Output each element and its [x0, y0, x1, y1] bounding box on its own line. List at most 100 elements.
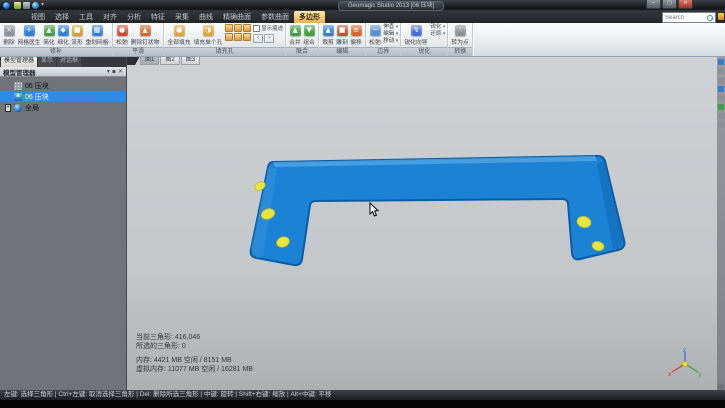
tree-item-label: 06 压块 — [25, 92, 49, 102]
ribbon-tab-多边形[interactable]: 多边形 — [294, 11, 325, 23]
ribbon-group-label: 编辑 — [319, 47, 365, 56]
ribbon-group-填充孔: ●全部填充◑填充单个孔显示痕迹‹›填充孔 — [164, 23, 286, 56]
app-logo-orb-icon[interactable] — [2, 1, 11, 10]
show-traces-checkbox[interactable]: 显示痕迹 — [253, 24, 283, 32]
ribbon-stack-锐化: 锐化 ▾还原 ▾ — [430, 24, 445, 38]
button-转为点[interactable]: ∴转为点 — [450, 24, 470, 47]
relax-icon: ● — [117, 25, 128, 36]
tree-expander-icon[interactable]: + — [5, 104, 11, 112]
button-填充单个孔[interactable]: ◑填充单个孔 — [192, 24, 224, 47]
ribbon-tab-工具[interactable]: 工具 — [74, 11, 98, 23]
close-button[interactable]: ✕ — [678, 0, 693, 9]
ribbon-tab-曲线[interactable]: 曲线 — [194, 11, 218, 23]
ribbon-group-平滑: ●松弛▲删除钉状物平滑 — [113, 23, 164, 56]
stack-button-移动[interactable]: 移动 ▾ — [383, 38, 398, 45]
viewport-3d[interactable]: 图1图2图3 当前三角形: 4 — [127, 56, 717, 390]
button-松弛[interactable]: ●松弛 — [115, 24, 129, 47]
panel-tab-模型管理器[interactable]: 模型管理器 — [1, 57, 37, 67]
button-简化[interactable]: ▲简化 — [42, 24, 56, 47]
stack-button-锐化[interactable]: 锐化 ▾ — [430, 24, 445, 31]
button-全部填充[interactable]: ●全部填充 — [166, 24, 192, 47]
panel-close-icon[interactable]: ✕ — [118, 68, 123, 75]
maximize-button[interactable]: ▢ — [662, 0, 677, 9]
minimize-button[interactable]: – — [646, 0, 661, 9]
side-tool-icon[interactable] — [718, 104, 724, 110]
button-label: 偏移 — [350, 37, 362, 46]
button-网格医生[interactable]: +网格医生 — [16, 24, 42, 47]
search-input[interactable] — [663, 14, 707, 21]
mesh-doctor-icon: + — [24, 25, 35, 36]
stack-button-伸直[interactable]: 伸直 ▾ — [383, 24, 398, 31]
ribbon-tab-选择[interactable]: 选择 — [50, 11, 74, 23]
search-box[interactable] — [662, 12, 716, 23]
side-tool-icon[interactable] — [718, 77, 724, 83]
viewport-tab-图3[interactable]: 图3 — [181, 56, 200, 65]
viewport-corner-decoration — [127, 56, 140, 65]
button-雕刻[interactable]: ■雕刻 — [335, 24, 349, 47]
quick-access-dropdown-icon[interactable]: ▾ — [41, 2, 44, 9]
button-合并[interactable]: ▲合并 — [288, 24, 302, 47]
side-tool-icon[interactable] — [718, 59, 724, 65]
save-icon[interactable] — [23, 2, 30, 9]
hole-nav-prev-button[interactable]: ‹ — [253, 34, 263, 43]
fill-hole-mode-icon[interactable] — [234, 24, 242, 32]
hole-nav-next-button[interactable]: › — [264, 34, 274, 43]
ribbon-group-修补: ×删除+网格医生▲简化◆细化■流形▦重划网格修补 — [0, 23, 113, 56]
button-流形[interactable]: ■流形 — [70, 24, 84, 47]
panel-tab-显示[interactable]: 显示 — [38, 57, 56, 67]
side-tool-icon[interactable] — [718, 122, 724, 128]
ribbon-tab-分析[interactable]: 分析 — [122, 11, 146, 23]
button-重划网格[interactable]: ▦重划网格 — [84, 24, 110, 47]
remesh-icon: ▦ — [92, 25, 103, 36]
ribbon-tab-采集[interactable]: 采集 — [170, 11, 194, 23]
ribbon-tab-对齐[interactable]: 对齐 — [98, 11, 122, 23]
side-tool-icon[interactable] — [718, 68, 724, 74]
ribbon-tab-特征[interactable]: 特征 — [146, 11, 170, 23]
button-组合[interactable]: ▼组合 — [302, 24, 316, 47]
side-tool-icon[interactable] — [718, 86, 724, 92]
manifold-icon: ■ — [72, 25, 83, 36]
button-偏移[interactable]: ≡偏移 — [349, 24, 363, 47]
fill-single-icon: ◑ — [203, 25, 214, 36]
panel-tab-对话框[interactable]: 对话框 — [57, 57, 81, 67]
polygon-icon — [14, 93, 22, 101]
viewport-tab-图2[interactable]: 图2 — [160, 56, 179, 65]
side-tool-icon[interactable] — [718, 95, 724, 101]
tree-item-06 压块[interactable]: 06 压块 — [0, 91, 126, 102]
button-删除[interactable]: ×删除 — [2, 24, 16, 47]
button-label: 简化 — [43, 37, 55, 46]
button-细化[interactable]: ◆细化 — [56, 24, 70, 47]
fill-hole-mode-icon[interactable] — [225, 33, 233, 41]
ribbon-tab-精确曲面[interactable]: 精确曲面 — [218, 11, 256, 23]
fill-hole-mode-icon[interactable] — [243, 33, 251, 41]
tree-item-06 压块[interactable]: 06 压块 — [0, 80, 126, 91]
stack-button-还原[interactable]: 还原 ▾ — [430, 31, 445, 38]
panel-menu-icon[interactable]: ▾ — [107, 68, 110, 75]
search-icon[interactable] — [707, 15, 713, 21]
fill-hole-mode-icon[interactable] — [225, 24, 233, 32]
button-label: 组合 — [303, 37, 315, 46]
boundary-relax-icon: ~ — [370, 25, 381, 36]
sharpen-wizard-icon: ↯ — [411, 25, 422, 36]
button-删除钉状物[interactable]: ▲删除钉状物 — [129, 24, 161, 47]
help-badge-icon[interactable] — [718, 13, 724, 20]
ribbon-tab-视图[interactable]: 视图 — [26, 11, 50, 23]
fill-hole-mode-icon[interactable] — [234, 33, 242, 41]
ribbon-tab-参数曲面[interactable]: 参数曲面 — [256, 11, 294, 23]
open-folder-icon[interactable] — [14, 2, 21, 9]
simplify-icon: ▲ — [44, 25, 55, 36]
tree-item-全局[interactable]: +全局 — [0, 102, 126, 113]
button-锐化向导[interactable]: ↯锐化向导 — [403, 24, 429, 47]
object-mode-icon[interactable] — [32, 2, 39, 9]
panel-pin-icon[interactable]: ▪ — [112, 68, 116, 75]
svg-text:x: x — [668, 371, 672, 378]
side-tool-icon[interactable] — [718, 113, 724, 119]
button-松弛[interactable]: ~松弛 — [368, 24, 382, 47]
fill-hole-mode-icon[interactable] — [243, 24, 251, 32]
viewport-tab-图1[interactable]: 图1 — [140, 56, 159, 65]
button-裁剪[interactable]: ▲裁剪 — [321, 24, 335, 47]
offset-icon: ≡ — [351, 25, 362, 36]
stat-selected-triangles: 所选的三角形: 0 — [136, 342, 253, 351]
stack-button-编辑[interactable]: 编辑 ▾ — [383, 31, 398, 38]
button-label: 重划网格 — [86, 37, 109, 46]
